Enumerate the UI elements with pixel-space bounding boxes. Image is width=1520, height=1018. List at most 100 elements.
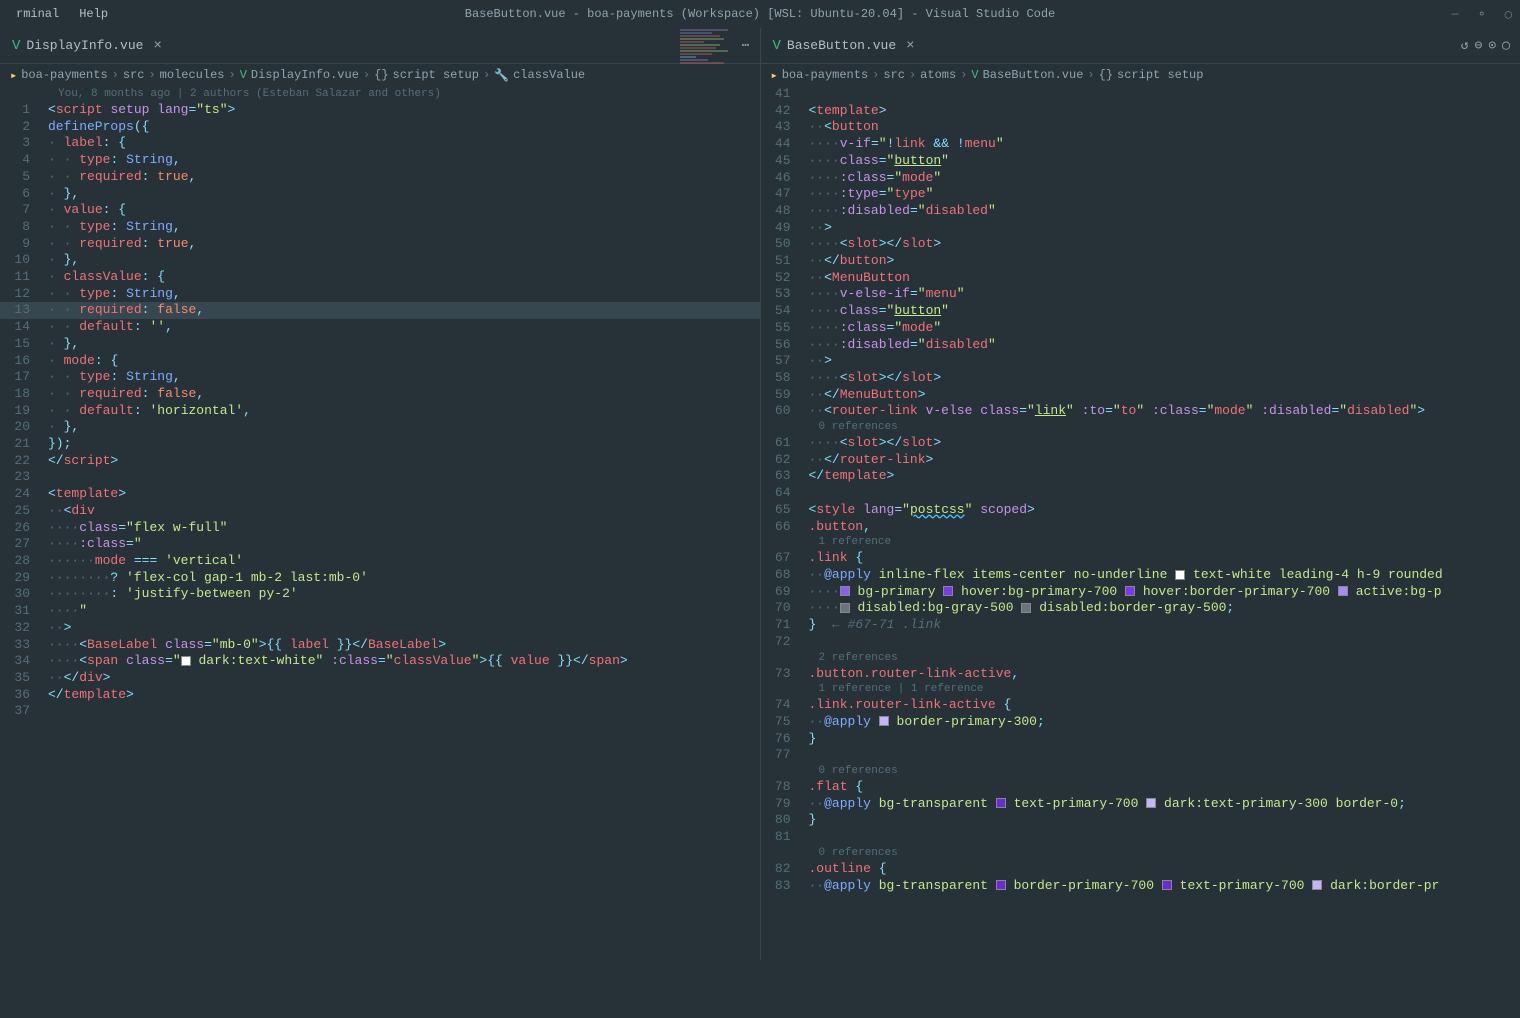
code-line[interactable]: 66.button,: [761, 519, 1520, 536]
code-line[interactable]: 21});: [0, 436, 760, 453]
code-line[interactable]: 24<template>: [0, 486, 760, 503]
code-line[interactable]: 26····class="flex w-full": [0, 520, 760, 537]
code-line[interactable]: 71} ← #67-71 .link: [761, 617, 1520, 634]
line-content[interactable]: ····<span class=" dark:text-white" :clas…: [48, 653, 760, 670]
line-content[interactable]: .link.router-link-active {: [809, 697, 1520, 714]
line-content[interactable]: });: [48, 436, 760, 453]
line-content[interactable]: ··>: [48, 620, 760, 637]
line-content[interactable]: ··</MenuButton>: [809, 387, 1520, 404]
restore-icon[interactable]: ⚬: [1477, 7, 1487, 22]
line-content[interactable]: · classValue: {: [48, 269, 760, 286]
line-content[interactable]: ····class="button": [809, 303, 1520, 320]
tab-basebutton[interactable]: V BaseButton.vue ×: [761, 28, 928, 63]
line-content[interactable]: .button,: [809, 519, 1520, 536]
line-content[interactable]: · · type: String,: [48, 219, 760, 236]
codelens-references[interactable]: 1 reference | 1 reference: [761, 682, 1520, 697]
crumb-file[interactable]: DisplayInfo.vue: [251, 68, 359, 82]
code-line[interactable]: 59··</MenuButton>: [761, 387, 1520, 404]
line-content[interactable]: · },: [48, 252, 760, 269]
code-line[interactable]: 63</template>: [761, 468, 1520, 485]
line-content[interactable]: ··@apply bg-transparent border-primary-7…: [809, 878, 1520, 895]
code-line[interactable]: 2defineProps({: [0, 119, 760, 136]
crumb-src[interactable]: src: [123, 68, 145, 82]
line-content[interactable]: ···· bg-primary hover:bg-primary-700 hov…: [809, 584, 1520, 601]
crumb-project[interactable]: boa-payments: [21, 68, 107, 82]
code-line[interactable]: 31····": [0, 603, 760, 620]
timeline-icon[interactable]: ↺: [1461, 38, 1469, 53]
crumb-src[interactable]: src: [883, 68, 905, 82]
line-content[interactable]: ··<button: [809, 119, 1520, 136]
code-line[interactable]: 74.link.router-link-active {: [761, 697, 1520, 714]
code-line[interactable]: 77: [761, 747, 1520, 764]
line-content[interactable]: ········: 'justify-between py-2': [48, 586, 760, 603]
code-line[interactable]: 43··<button: [761, 119, 1520, 136]
line-content[interactable]: · },: [48, 336, 760, 353]
code-line[interactable]: 81: [761, 829, 1520, 846]
line-content[interactable]: defineProps({: [48, 119, 760, 136]
line-content[interactable]: ····<slot></slot>: [809, 236, 1520, 253]
line-content[interactable]: ··<router-link v-else class="link" :to="…: [809, 403, 1520, 420]
code-line[interactable]: 46····:class="mode": [761, 170, 1520, 187]
code-line[interactable]: 52··<MenuButton: [761, 270, 1520, 287]
line-content[interactable]: · label: {: [48, 135, 760, 152]
code-line[interactable]: 54····class="button": [761, 303, 1520, 320]
tab-close-icon[interactable]: ×: [906, 38, 914, 54]
code-line[interactable]: 42<template>: [761, 103, 1520, 120]
line-content[interactable]: ····:class=": [48, 536, 760, 553]
code-line[interactable]: 27····:class=": [0, 536, 760, 553]
codelens-references[interactable]: 0 references: [761, 846, 1520, 861]
line-content[interactable]: <template>: [48, 486, 760, 503]
line-content[interactable]: .button.router-link-active,: [809, 666, 1520, 683]
code-line[interactable]: 60··<router-link v-else class="link" :to…: [761, 403, 1520, 420]
line-content[interactable]: .link {: [809, 550, 1520, 567]
line-content[interactable]: ··</button>: [809, 253, 1520, 270]
code-line[interactable]: 45····class="button": [761, 153, 1520, 170]
line-content[interactable]: </template>: [48, 687, 760, 704]
code-line[interactable]: 67.link {: [761, 550, 1520, 567]
line-content[interactable]: ········? 'flex-col gap-1 mb-2 last:mb-0…: [48, 570, 760, 587]
crumb-project[interactable]: boa-payments: [782, 68, 868, 82]
code-line[interactable]: 83··@apply bg-transparent border-primary…: [761, 878, 1520, 895]
crumb-atoms[interactable]: atoms: [920, 68, 956, 82]
line-content[interactable]: · · default: 'horizontal',: [48, 403, 760, 420]
line-content[interactable]: [809, 829, 1520, 846]
line-content[interactable]: }: [809, 731, 1520, 748]
crumb-file[interactable]: BaseButton.vue: [983, 68, 1084, 82]
revert-icon[interactable]: ⊖: [1475, 38, 1483, 53]
code-line[interactable]: 19· · default: 'horizontal',: [0, 403, 760, 420]
code-editor-left[interactable]: 1<script setup lang="ts">2defineProps({3…: [0, 102, 760, 720]
code-line[interactable]: 16· mode: {: [0, 353, 760, 370]
menu-help[interactable]: Help: [71, 5, 116, 23]
code-line[interactable]: 51··</button>: [761, 253, 1520, 270]
line-content[interactable]: [809, 747, 1520, 764]
code-line[interactable]: 58····<slot></slot>: [761, 370, 1520, 387]
code-line[interactable]: 3· label: {: [0, 135, 760, 152]
line-content[interactable]: ····": [48, 603, 760, 620]
breadcrumb-right[interactable]: ▸ boa-payments› src› atoms› V BaseButton…: [761, 64, 1520, 86]
code-line[interactable]: 48····:disabled="disabled": [761, 203, 1520, 220]
code-line[interactable]: 68··@apply inline-flex items-center no-u…: [761, 567, 1520, 584]
code-line[interactable]: 30········: 'justify-between py-2': [0, 586, 760, 603]
code-line[interactable]: 11· classValue: {: [0, 269, 760, 286]
line-content[interactable]: ··>: [809, 353, 1520, 370]
line-content[interactable]: .outline {: [809, 861, 1520, 878]
line-content[interactable]: ···· disabled:bg-gray-500 disabled:borde…: [809, 600, 1520, 617]
code-line[interactable]: 12· · type: String,: [0, 286, 760, 303]
code-line[interactable]: 62··</router-link>: [761, 452, 1520, 469]
code-line[interactable]: 1<script setup lang="ts">: [0, 102, 760, 119]
code-line[interactable]: 7· value: {: [0, 202, 760, 219]
code-line[interactable]: 47····:type="type": [761, 186, 1520, 203]
line-content[interactable]: · · type: String,: [48, 369, 760, 386]
code-line[interactable]: 64: [761, 485, 1520, 502]
line-content[interactable]: .flat {: [809, 779, 1520, 796]
code-line[interactable]: 72: [761, 634, 1520, 651]
code-line[interactable]: 41: [761, 86, 1520, 103]
line-content[interactable]: ····:disabled="disabled": [809, 337, 1520, 354]
code-line[interactable]: 55····:class="mode": [761, 320, 1520, 337]
code-line[interactable]: 29········? 'flex-col gap-1 mb-2 last:mb…: [0, 570, 760, 587]
code-line[interactable]: 9· · required: true,: [0, 236, 760, 253]
compare-icon[interactable]: ⊙: [1488, 38, 1496, 53]
line-content[interactable]: ····<slot></slot>: [809, 370, 1520, 387]
line-content[interactable]: ··@apply inline-flex items-center no-und…: [809, 567, 1520, 584]
line-content[interactable]: <script setup lang="ts">: [48, 102, 760, 119]
